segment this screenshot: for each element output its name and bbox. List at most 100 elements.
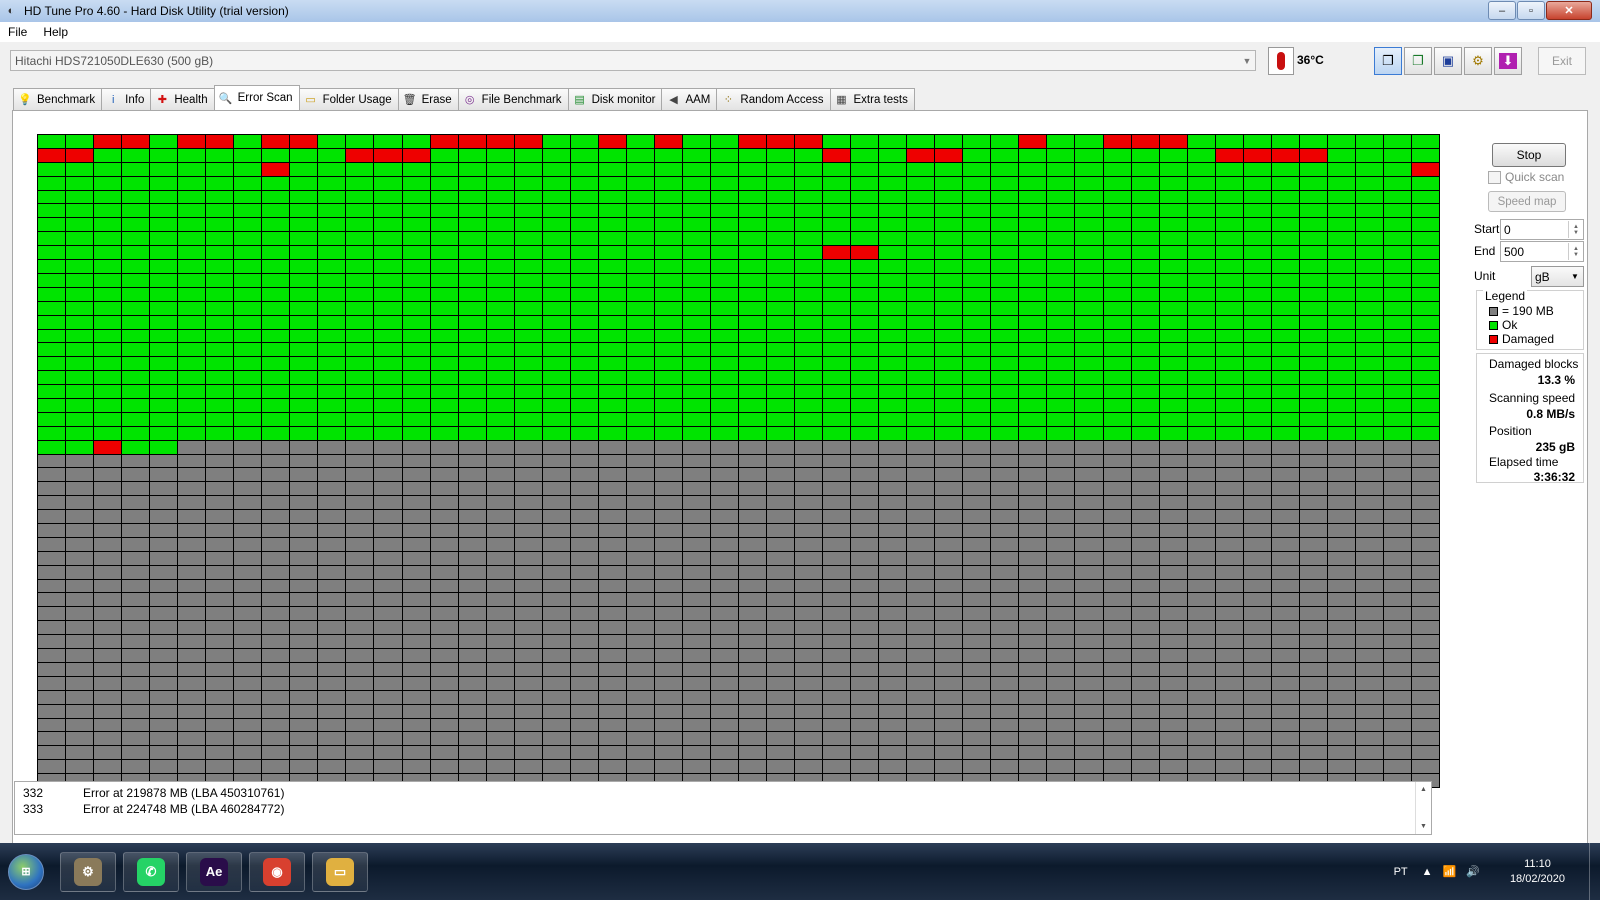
options-button[interactable]: ⚙: [1464, 47, 1492, 75]
pending-block: [682, 621, 710, 635]
ok-block: [1243, 135, 1271, 148]
log-scrollbar[interactable]: ▲ ▼: [1415, 782, 1431, 834]
ok-block: [654, 385, 682, 398]
pending-block: [1243, 482, 1271, 496]
ok-block: [374, 343, 402, 357]
spinner-arrows-icon[interactable]: ▲ ▼: [1568, 243, 1583, 260]
show-desktop-button[interactable]: [1589, 843, 1600, 900]
error-log[interactable]: 332 Error at 219878 MB (LBA 450310761) 3…: [14, 781, 1432, 835]
explorer-app-button[interactable]: ⚙: [60, 851, 116, 892]
start-input[interactable]: 0 ▲ ▼: [1500, 219, 1584, 240]
pending-block: [1019, 746, 1047, 760]
ok-block: [318, 246, 346, 260]
network-icon[interactable]: 📶: [1443, 865, 1457, 878]
volume-icon[interactable]: 🔊: [1466, 865, 1480, 878]
tab-disk-monitor[interactable]: ▤ Disk monitor: [567, 88, 663, 110]
pending-block: [879, 607, 907, 621]
ok-block: [739, 218, 767, 232]
ok-block: [1411, 260, 1439, 273]
ok-block: [991, 287, 1019, 301]
folder-app-button[interactable]: ▭: [312, 851, 368, 892]
download-button[interactable]: ⬇: [1494, 47, 1522, 75]
quick-scan-checkbox[interactable]: Quick scan: [1488, 170, 1564, 184]
ok-block: [1299, 301, 1327, 315]
scroll-down-icon[interactable]: ▼: [1420, 823, 1427, 830]
pending-block: [66, 565, 94, 579]
chrome-app-button[interactable]: ◉: [249, 851, 305, 892]
unit-select[interactable]: gB ▼: [1531, 266, 1584, 287]
save-button[interactable]: ▣: [1434, 47, 1462, 75]
ok-block: [262, 412, 290, 426]
tab-benchmark[interactable]: 💡 Benchmark: [13, 88, 103, 110]
pending-block: [823, 621, 851, 635]
start-button[interactable]: ⊞: [8, 853, 44, 890]
ok-block: [1243, 343, 1271, 357]
ok-block: [178, 232, 206, 246]
pending-block: [823, 607, 851, 621]
pending-block: [486, 621, 514, 635]
ok-block: [1271, 412, 1299, 426]
tab-file-benchmark[interactable]: ◎ File Benchmark: [457, 88, 569, 110]
tab-health[interactable]: ✚ Health: [150, 88, 215, 110]
maximize-button[interactable]: ▫: [1517, 1, 1545, 20]
speed-map-button[interactable]: Speed map: [1488, 191, 1566, 212]
clock[interactable]: 11:10 18/02/2020: [1510, 857, 1565, 887]
ok-block: [1243, 412, 1271, 426]
ok-block: [290, 315, 318, 329]
whatsapp-app-button[interactable]: ✆: [123, 851, 179, 892]
tray-expand-icon[interactable]: ▲: [1422, 866, 1433, 878]
after-effects-app-button[interactable]: Ae: [186, 851, 242, 892]
menu-file[interactable]: File: [0, 25, 35, 39]
ok-block: [94, 315, 122, 329]
pending-block: [430, 593, 458, 607]
ok-block: [682, 329, 710, 343]
end-input[interactable]: 500 ▲ ▼: [1500, 241, 1584, 262]
folder-icon: ▭: [326, 857, 354, 886]
pending-block: [290, 524, 318, 537]
ok-block: [1103, 398, 1131, 412]
pending-block: [1327, 649, 1355, 662]
pending-block: [823, 690, 851, 704]
tab-error-scan[interactable]: 🔍 Error Scan: [213, 85, 300, 110]
tab-random-access[interactable]: ⁘ Random Access: [716, 88, 831, 110]
tab-extra-tests[interactable]: ▦ Extra tests: [829, 88, 915, 110]
stop-button[interactable]: Stop: [1492, 143, 1566, 167]
ok-block: [654, 343, 682, 357]
pending-block: [598, 676, 626, 690]
ok-block: [570, 260, 598, 273]
pending-block: [682, 760, 710, 774]
ok-block: [318, 190, 346, 204]
pending-block: [626, 746, 654, 760]
ok-block: [150, 176, 178, 190]
tab-erase[interactable]: 🗑 Erase: [397, 88, 459, 110]
ok-block: [654, 398, 682, 412]
close-button[interactable]: ✕: [1546, 1, 1592, 20]
pending-block: [290, 746, 318, 760]
ok-block: [1327, 135, 1355, 148]
pending-block: [739, 635, 767, 649]
ok-block: [879, 204, 907, 218]
scroll-up-icon[interactable]: ▲: [1420, 786, 1427, 793]
ok-block: [1103, 343, 1131, 357]
tab-aam[interactable]: ◀ AAM: [661, 88, 718, 110]
copy-info-button[interactable]: ❐: [1374, 47, 1402, 75]
menu-help[interactable]: Help: [35, 25, 76, 39]
minimize-button[interactable]: –: [1488, 1, 1516, 20]
pending-block: [486, 607, 514, 621]
ok-block: [290, 218, 318, 232]
pending-block: [318, 718, 346, 732]
pending-block: [1047, 468, 1075, 482]
tab-info[interactable]: i Info: [101, 88, 152, 110]
damaged-block: [654, 135, 682, 148]
copy-screen-button[interactable]: ❐: [1404, 47, 1432, 75]
language-indicator[interactable]: PT: [1394, 866, 1408, 878]
pending-block: [598, 704, 626, 718]
pending-block: [346, 579, 374, 593]
pending-block: [654, 704, 682, 718]
pending-block: [486, 662, 514, 676]
exit-button[interactable]: Exit: [1538, 47, 1586, 75]
spinner-arrows-icon[interactable]: ▲ ▼: [1568, 221, 1583, 238]
ok-block: [1411, 287, 1439, 301]
tab-folder-usage[interactable]: ▭ Folder Usage: [298, 88, 399, 110]
drive-select[interactable]: Hitachi HDS721050DLE630 (500 gB) ▼: [10, 50, 1256, 71]
